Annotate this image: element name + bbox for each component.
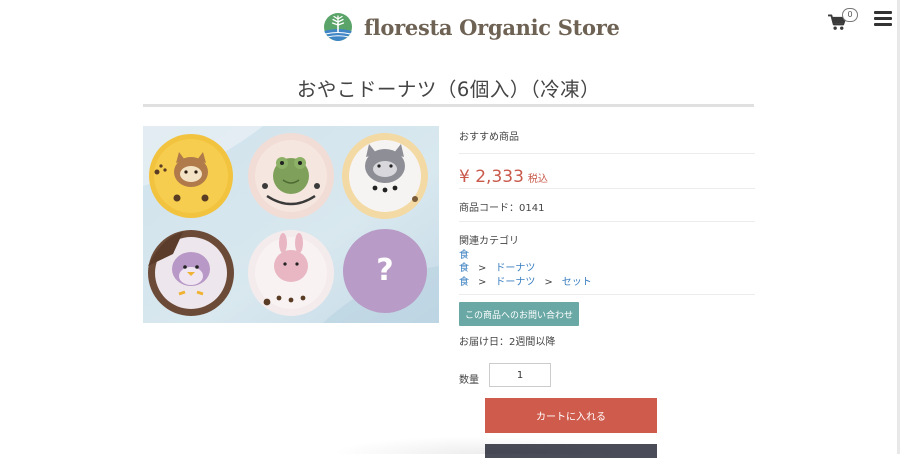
breadcrumb-separator: > bbox=[478, 277, 487, 288]
divider bbox=[459, 153, 755, 154]
tax-label: 税込 bbox=[527, 174, 548, 185]
category-label: 関連カテゴリ bbox=[459, 236, 519, 247]
store-name: floresta Organic Store bbox=[364, 14, 620, 40]
product-title: おやこドーナツ（6個入）（冷凍） bbox=[296, 78, 601, 101]
divider bbox=[459, 188, 755, 189]
add-to-cart-button[interactable]: カートに入れる bbox=[485, 398, 657, 433]
cart-count-badge: 0 bbox=[842, 8, 858, 22]
donut-penguin bbox=[148, 230, 234, 316]
quantity-input[interactable] bbox=[489, 363, 551, 387]
donut-rabbit bbox=[248, 230, 334, 316]
mystery-mark: ? bbox=[376, 253, 393, 288]
donut-cat-grey bbox=[342, 133, 428, 219]
category-link-donut[interactable]: ドーナツ bbox=[495, 277, 535, 288]
product-image[interactable]: ? bbox=[143, 126, 439, 323]
bottom-overlay-shadow bbox=[330, 436, 630, 454]
category-path-2: 食 > ドーナツ bbox=[459, 259, 535, 274]
hamburger-menu-icon[interactable] bbox=[874, 11, 892, 27]
recommended-label: おすすめ商品 bbox=[459, 132, 519, 143]
delivery-date: お届け日：2週間以降 bbox=[459, 337, 556, 348]
category-link-food[interactable]: 食 bbox=[459, 277, 469, 288]
breadcrumb-separator: > bbox=[544, 277, 553, 288]
price-amount: ¥ 2,333 bbox=[459, 167, 524, 187]
price: ¥ 2,333 税込 bbox=[459, 167, 548, 187]
store-logo[interactable]: floresta Organic Store bbox=[323, 11, 620, 43]
category-path-3: 食 > ドーナツ > セット bbox=[459, 273, 592, 288]
divider bbox=[459, 294, 755, 295]
title-divider bbox=[143, 104, 754, 107]
inquiry-button[interactable]: この商品へのお問い合わせ bbox=[459, 302, 579, 326]
donut-mystery: ? bbox=[343, 229, 427, 313]
quantity-label: 数量 bbox=[459, 375, 479, 386]
product-code-label: 商品コード： bbox=[459, 203, 519, 214]
product-code: 商品コード：0141 bbox=[459, 199, 544, 214]
product-code-value: 0141 bbox=[519, 203, 545, 214]
cart-button[interactable]: 0 bbox=[828, 8, 858, 33]
donut-cat-yellow bbox=[149, 134, 233, 218]
divider bbox=[459, 221, 755, 222]
donut-frog bbox=[248, 133, 334, 219]
category-link-set[interactable]: セット bbox=[562, 277, 592, 288]
tree-logo-icon bbox=[324, 13, 352, 41]
